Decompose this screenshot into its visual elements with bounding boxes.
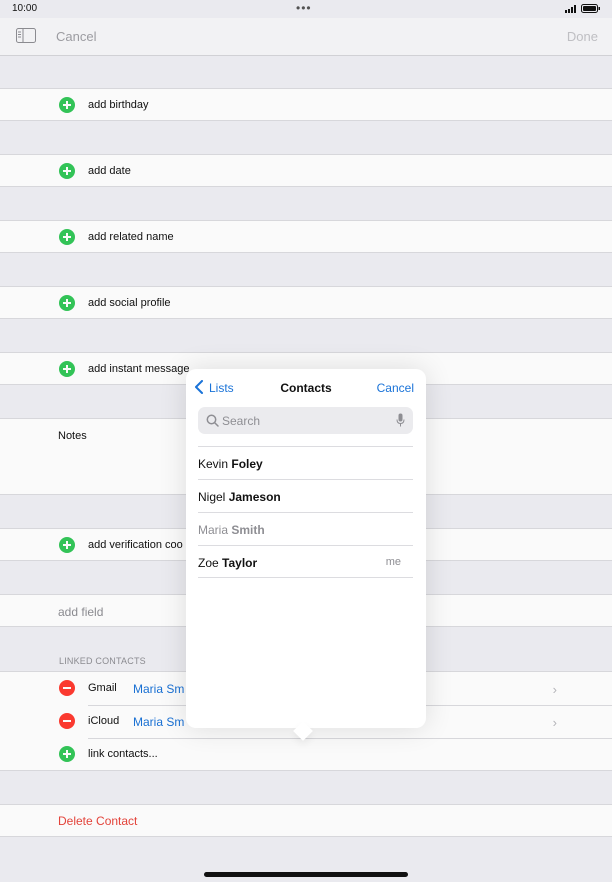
add-verification-code-label: add verification coo: [88, 539, 183, 551]
minus-icon[interactable]: [59, 680, 75, 696]
me-badge: me: [385, 556, 401, 568]
notes-label: Notes: [58, 430, 87, 442]
add-date-label: add date: [88, 165, 131, 177]
chevron-right-icon: ›: [552, 682, 557, 697]
linked-contact-name[interactable]: Maria Sm: [133, 682, 184, 696]
chevron-right-icon: ›: [552, 715, 557, 730]
add-birthday-label: add birthday: [88, 99, 149, 111]
add-social-profile-row[interactable]: add social profile: [0, 286, 612, 319]
contact-row[interactable]: Zoe Taylor me: [198, 545, 413, 578]
contact-name: Kevin Foley: [198, 457, 263, 471]
plus-icon[interactable]: [59, 295, 75, 311]
add-field-label: add field: [58, 605, 104, 619]
contact-row[interactable]: Nigel Jameson: [198, 479, 413, 512]
signal-icon: [565, 5, 576, 13]
home-indicator[interactable]: [204, 872, 408, 877]
add-birthday-row[interactable]: add birthday: [0, 88, 612, 121]
linked-source-label: iCloud: [88, 715, 120, 727]
plus-icon[interactable]: [59, 163, 75, 179]
plus-icon[interactable]: [59, 537, 75, 553]
delete-contact-row[interactable]: Delete Contact: [0, 804, 612, 837]
status-bar: 10:00 •••: [0, 0, 612, 18]
linked-contacts-header: LINKED CONTACTS: [59, 656, 146, 666]
search-placeholder: Search: [222, 414, 261, 428]
search-icon: [206, 414, 219, 427]
plus-icon[interactable]: [59, 746, 75, 762]
add-related-name-label: add related name: [88, 231, 174, 243]
popover-header: Lists Contacts Cancel: [186, 369, 426, 405]
add-date-row[interactable]: add date: [0, 154, 612, 187]
link-contacts-row[interactable]: link contacts...: [0, 738, 612, 771]
add-instant-message-label: add instant message: [88, 363, 190, 375]
contact-name: Zoe Taylor: [198, 556, 258, 570]
status-time: 10:00: [12, 3, 38, 14]
linked-source-label: Gmail: [88, 682, 117, 694]
multitasking-dots-icon[interactable]: •••: [296, 1, 312, 15]
cancel-button[interactable]: Cancel: [56, 29, 96, 44]
minus-icon[interactable]: [59, 713, 75, 729]
plus-icon[interactable]: [59, 97, 75, 113]
done-button[interactable]: Done: [567, 29, 598, 44]
nav-bar: Cancel Done: [0, 18, 612, 56]
popover-cancel-button[interactable]: Cancel: [377, 381, 414, 395]
mic-icon[interactable]: [396, 413, 405, 427]
contact-name: Maria Smith: [198, 523, 265, 537]
plus-icon[interactable]: [59, 229, 75, 245]
search-input[interactable]: Search: [198, 407, 413, 434]
plus-icon[interactable]: [59, 361, 75, 377]
contact-row[interactable]: Kevin Foley: [198, 446, 413, 479]
add-related-name-row[interactable]: add related name: [0, 220, 612, 253]
battery-icon: [581, 4, 600, 13]
contact-row: Maria Smith: [198, 512, 413, 545]
linked-contact-name[interactable]: Maria Sm: [133, 715, 184, 729]
delete-contact-button[interactable]: Delete Contact: [58, 814, 137, 828]
link-contacts-label: link contacts...: [88, 748, 158, 760]
sidebar-icon[interactable]: [16, 28, 36, 43]
contact-name: Nigel Jameson: [198, 490, 281, 504]
add-social-profile-label: add social profile: [88, 297, 171, 309]
contacts-popover: Lists Contacts Cancel Search Kevin Foley…: [186, 369, 426, 741]
